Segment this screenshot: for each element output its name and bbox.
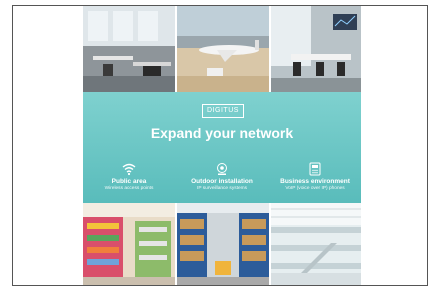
- camera-icon: [217, 163, 227, 175]
- wifi-icon: [122, 163, 136, 176]
- feature-public-area: Public area Wireless access points: [83, 162, 175, 191]
- feature-business-environment: Business environment VoIP (voice over IP…: [269, 162, 361, 191]
- feature-title: Public area: [111, 178, 147, 185]
- feature-title: Outdoor installation: [191, 178, 253, 185]
- airport-photo: [177, 6, 269, 92]
- phone-icon: [309, 162, 321, 176]
- warehouse-photo: [177, 203, 269, 285]
- feature-subtitle: Wireless access points: [104, 186, 154, 191]
- brand-logo: DIGITUS: [202, 104, 244, 118]
- conference-room-photo: [271, 6, 361, 92]
- image-frame: DIGITUS Expand your network Public area …: [12, 5, 428, 286]
- feature-subtitle: IP surveillance systems: [196, 186, 248, 191]
- headline: Expand your network: [150, 125, 294, 141]
- office-photo: [83, 6, 175, 92]
- feature-outdoor-installation: Outdoor installation IP surveillance sys…: [176, 162, 268, 191]
- supermarket-photo: [83, 203, 175, 285]
- teal-band: DIGITUS Expand your network Public area …: [83, 92, 361, 203]
- feature-title: Business environment: [280, 178, 350, 185]
- network-banner: DIGITUS Expand your network Public area …: [83, 6, 361, 285]
- feature-subtitle: VoIP (voice over IP) phones: [285, 186, 345, 191]
- shopping-mall-photo: [271, 203, 361, 285]
